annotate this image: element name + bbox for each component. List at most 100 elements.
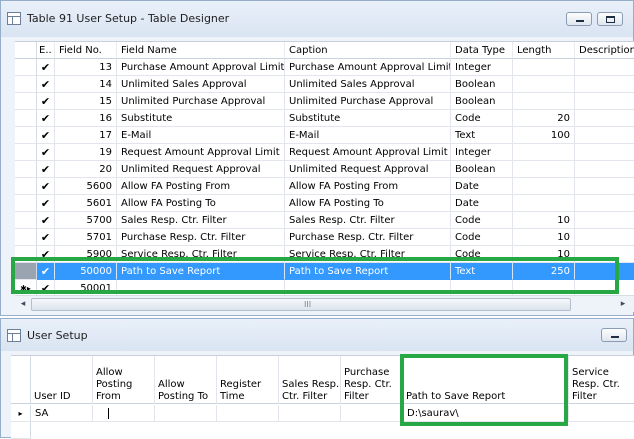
- field-name-cell[interactable]: Allow FA Posting From: [117, 178, 285, 195]
- data-type-cell[interactable]: Boolean: [451, 93, 513, 110]
- length-cell[interactable]: [513, 76, 575, 93]
- description-cell[interactable]: [575, 127, 634, 144]
- table-row[interactable]: ✔ 19 Request Amount Approval Limit Request …: [15, 144, 634, 161]
- description-cell[interactable]: [575, 59, 634, 76]
- field-no-cell[interactable]: 19: [55, 144, 117, 161]
- table-row[interactable]: ✔ 13 Purchase Amount Approval Limit Purchas…: [15, 59, 634, 76]
- service-resp-ctr-filter-cell[interactable]: [569, 405, 634, 422]
- field-no-cell[interactable]: 17: [55, 127, 117, 144]
- field-no-cell[interactable]: 5900: [55, 246, 117, 263]
- length-cell[interactable]: [513, 178, 575, 195]
- row-selector[interactable]: [15, 93, 37, 110]
- caption-cell[interactable]: Unlimited Sales Approval: [285, 76, 451, 93]
- row-selector[interactable]: [15, 229, 37, 246]
- data-type-cell[interactable]: Code: [451, 110, 513, 127]
- description-cell[interactable]: [575, 144, 634, 161]
- field-no-cell[interactable]: 5700: [55, 212, 117, 229]
- enabled-checkbox[interactable]: ✔: [37, 229, 55, 246]
- length-cell[interactable]: 10: [513, 229, 575, 246]
- table-row[interactable]: ✔ 17 E-Mail E-Mail Text 100: [15, 127, 634, 144]
- field-no-cell[interactable]: 16: [55, 110, 117, 127]
- row-selector[interactable]: [15, 110, 37, 127]
- description-cell[interactable]: [575, 195, 634, 212]
- enabled-checkbox[interactable]: ✔: [37, 110, 55, 127]
- caption-cell[interactable]: Allow FA Posting From: [285, 178, 451, 195]
- path-to-save-report-cell[interactable]: D:\saurav\: [403, 405, 569, 422]
- col-sales-resp-ctr-filter[interactable]: Sales Resp. Ctr. Filter: [279, 356, 341, 404]
- field-no-cell[interactable]: 50001: [55, 280, 117, 295]
- sales-resp-ctr-filter-cell[interactable]: [279, 405, 341, 422]
- field-name-cell[interactable]: Path to Save Report: [117, 263, 285, 280]
- field-no-cell[interactable]: 5601: [55, 195, 117, 212]
- horizontal-scrollbar[interactable]: ◂ III ▸: [15, 295, 634, 312]
- caption-cell[interactable]: Substitute: [285, 110, 451, 127]
- length-cell[interactable]: [513, 161, 575, 178]
- length-cell[interactable]: 250: [513, 263, 575, 280]
- caption-cell[interactable]: Unlimited Purchase Approval: [285, 93, 451, 110]
- enabled-checkbox[interactable]: ✔: [37, 212, 55, 229]
- scroll-right-icon[interactable]: ▸: [615, 298, 631, 311]
- caption-cell[interactable]: Request Amount Approval Limit: [285, 144, 451, 161]
- row-selector[interactable]: [15, 59, 37, 76]
- length-cell[interactable]: [513, 59, 575, 76]
- table-row[interactable]: ✔ 16 Substitute Substitute Code 20: [15, 110, 634, 127]
- length-cell[interactable]: 10: [513, 246, 575, 263]
- length-cell[interactable]: 20: [513, 110, 575, 127]
- description-cell[interactable]: [575, 280, 634, 295]
- register-time-cell[interactable]: [217, 405, 279, 422]
- field-name-cell[interactable]: [117, 280, 285, 295]
- field-name-cell[interactable]: E-Mail: [117, 127, 285, 144]
- description-cell[interactable]: [575, 161, 634, 178]
- field-no-cell[interactable]: 50000: [55, 263, 117, 280]
- user-id-cell[interactable]: SA: [31, 405, 93, 422]
- description-cell[interactable]: [575, 110, 634, 127]
- field-name-cell[interactable]: Unlimited Request Approval: [117, 161, 285, 178]
- caption-cell[interactable]: [285, 280, 451, 295]
- caption-cell[interactable]: Service Resp. Ctr. Filter: [285, 246, 451, 263]
- user-setup-titlebar[interactable]: User Setup: [1, 319, 633, 351]
- length-cell[interactable]: [513, 280, 575, 295]
- enabled-checkbox[interactable]: ✔: [37, 161, 55, 178]
- enabled-checkbox[interactable]: ✔: [37, 76, 55, 93]
- length-cell[interactable]: [513, 93, 575, 110]
- col-enabled[interactable]: E..: [37, 42, 55, 59]
- allow-posting-from-cell[interactable]: [93, 405, 155, 422]
- row-selector[interactable]: [15, 127, 37, 144]
- field-name-cell[interactable]: Purchase Amount Approval Limit: [117, 59, 285, 76]
- col-length[interactable]: Length: [513, 42, 575, 59]
- table-row[interactable]: ▸ SA D:\saurav\: [11, 405, 634, 422]
- col-allow-posting-to[interactable]: Allow Posting To: [155, 356, 217, 404]
- table-row[interactable]: ✔ 5601 Allow FA Posting To Allow FA Posting…: [15, 195, 634, 212]
- caption-cell[interactable]: Unlimited Request Approval: [285, 161, 451, 178]
- table-row[interactable]: ✔ 5900 Service Resp. Ctr. Filter Service Re…: [15, 246, 634, 263]
- description-cell[interactable]: [575, 76, 634, 93]
- row-selector[interactable]: [15, 178, 37, 195]
- field-name-cell[interactable]: Unlimited Sales Approval: [117, 76, 285, 93]
- enabled-checkbox[interactable]: ✔: [37, 144, 55, 161]
- fields-grid[interactable]: E.. Field No. Field Name Caption Data Ty…: [15, 41, 634, 295]
- enabled-checkbox[interactable]: ✔: [37, 127, 55, 144]
- enabled-checkbox[interactable]: ✔: [37, 246, 55, 263]
- caption-cell[interactable]: Path to Save Report: [285, 263, 451, 280]
- col-data-type[interactable]: Data Type: [451, 42, 513, 59]
- data-type-cell[interactable]: Integer: [451, 59, 513, 76]
- caption-cell[interactable]: Purchase Resp. Ctr. Filter: [285, 229, 451, 246]
- minimize-button[interactable]: [566, 12, 592, 26]
- row-selector[interactable]: [15, 246, 37, 263]
- data-type-cell[interactable]: Code: [451, 246, 513, 263]
- table-row-selected[interactable]: ✔ 50000 Path to Save Report Path to Save…: [15, 263, 634, 280]
- table-row[interactable]: ✔ 5700 Sales Resp. Ctr. Filter Sales Resp. …: [15, 212, 634, 229]
- col-register-time[interactable]: Register Time: [217, 356, 279, 404]
- length-cell[interactable]: [513, 144, 575, 161]
- field-no-cell[interactable]: 5701: [55, 229, 117, 246]
- row-selector[interactable]: [15, 263, 37, 280]
- field-no-cell[interactable]: 15: [55, 93, 117, 110]
- table-row[interactable]: ✔ 20 Unlimited Request Approval Unlimited R…: [15, 161, 634, 178]
- data-type-cell[interactable]: Boolean: [451, 76, 513, 93]
- data-type-cell[interactable]: Code: [451, 229, 513, 246]
- description-cell[interactable]: [575, 212, 634, 229]
- length-cell[interactable]: 10: [513, 212, 575, 229]
- table-row-empty[interactable]: [11, 422, 634, 439]
- col-purchase-resp-ctr-filter[interactable]: Purchase Resp. Ctr. Filter: [341, 356, 403, 404]
- description-cell[interactable]: [575, 93, 634, 110]
